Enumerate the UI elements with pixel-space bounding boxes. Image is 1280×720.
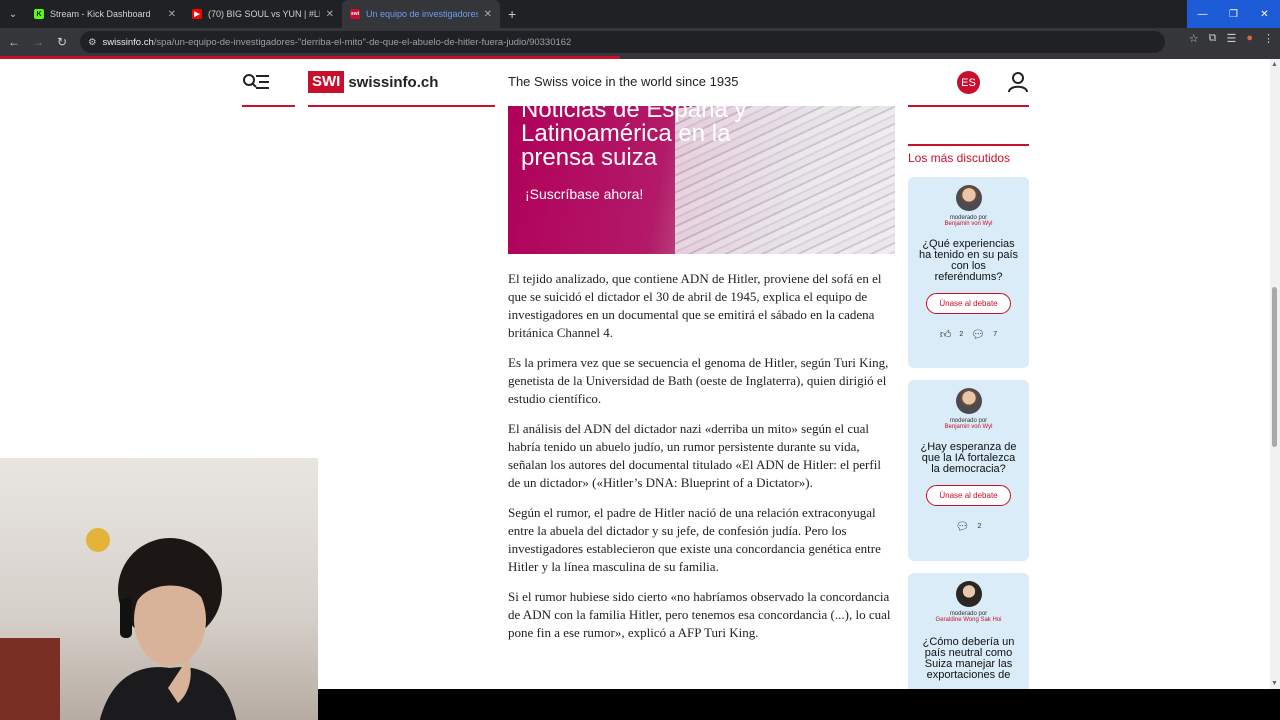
window-controls: — ❐ ✕ <box>1187 0 1280 28</box>
menu-search-icon[interactable] <box>242 72 270 97</box>
swi-icon: swi <box>350 9 360 19</box>
logo-box: SWI <box>308 71 345 93</box>
tab-search-icon[interactable]: ⌄ <box>0 0 26 28</box>
article-paragraph: Es la primera vez que se secuencia el ge… <box>508 355 889 406</box>
bookmark-star-icon[interactable]: ☆ <box>1189 32 1199 45</box>
article-paragraph: Si el rumor hubiese sido cierto «no habr… <box>508 589 891 640</box>
user-icon[interactable] <box>1007 71 1029 98</box>
article-paragraph: El análisis del ADN del dictador nazi «d… <box>508 421 881 490</box>
likes-count: 2 <box>959 331 964 338</box>
subscribe-cta[interactable]: ¡Suscríbase ahora! <box>525 186 643 202</box>
debate-question[interactable]: ¿Hay esperanza de que la IA fortalezca l… <box>916 442 1021 475</box>
join-debate-button[interactable]: Únase al debate <box>926 293 1011 314</box>
debate-card[interactable]: moderado por Benjamin von Wyl ¿Hay esper… <box>908 380 1029 561</box>
debate-card[interactable]: moderado por Geraldine Wong Sak Hoi ¿Cóm… <box>908 573 1029 689</box>
url-path: /spa/un-equipo-de-investigadores-"derrib… <box>153 36 572 48</box>
header-underline <box>908 105 1029 107</box>
subscribe-banner[interactable]: Noticias de España y Latinoamérica en la… <box>508 106 895 254</box>
moderator-name[interactable]: Benjamin von Wyl <box>908 424 1029 430</box>
header-underline <box>242 105 295 107</box>
sidebar-divider <box>908 144 1029 146</box>
site-logo[interactable]: SWI swissinfo.ch <box>308 71 438 93</box>
new-tab-icon[interactable]: + <box>508 6 516 22</box>
site-tagline: The Swiss voice in the world since 1935 <box>508 74 739 89</box>
tab-title: Un equipo de investigadores "d <box>366 9 478 19</box>
debate-question[interactable]: ¿Cómo debería un país neutral como Suiza… <box>916 637 1021 681</box>
language-button[interactable]: ES <box>957 71 980 94</box>
thumbs-up-icon[interactable]: 👍︎ <box>940 328 952 341</box>
close-icon[interactable]: ✕ <box>484 9 492 20</box>
tab-title: (70) BIG SOUL vs YUN | #LIGAII <box>208 9 320 19</box>
youtube-icon: ▶ <box>192 9 202 19</box>
debate-card[interactable]: moderado por Benjamin von Wyl ¿Qué exper… <box>908 177 1029 368</box>
moderator-name[interactable]: Geraldine Wong Sak Hoi <box>908 617 1029 623</box>
debate-question[interactable]: ¿Qué experiencias ha tenido en su país c… <box>916 239 1021 283</box>
streamer-figure <box>100 538 237 720</box>
moderator-avatar <box>955 388 982 414</box>
browser-toolbar: ← → ↻ ⚙ swissinfo.ch/spa/un-equipo-de-in… <box>0 28 1280 56</box>
browser-tab-swissinfo[interactable]: swi Un equipo de investigadores "d ✕ <box>342 0 500 28</box>
profile-avatar[interactable]: ● <box>1246 32 1253 45</box>
debate-stats: 👍︎ 2 💬︎ 7 <box>908 328 1029 341</box>
join-debate-button[interactable]: Únase al debate <box>926 485 1011 506</box>
browser-menu-icon[interactable]: ⋮ <box>1263 32 1274 45</box>
article-body: El tejido analizado, que contiene ADN de… <box>508 270 895 654</box>
close-icon[interactable]: ✕ <box>168 9 176 20</box>
kick-icon: K <box>34 9 44 19</box>
article-paragraph: El tejido analizado, que contiene ADN de… <box>508 271 882 340</box>
comments-count: 2 <box>977 523 982 530</box>
moderator-avatar <box>955 185 982 211</box>
comment-icon[interactable]: 💬︎ <box>971 328 985 341</box>
debate-stats: 💬︎ 2 <box>908 520 1029 533</box>
moderator-avatar <box>955 581 982 607</box>
logo-text: swissinfo.ch <box>348 73 439 91</box>
scroll-up-icon[interactable]: ▲ <box>1271 61 1278 68</box>
banner-headline: Noticias de España y Latinoamérica en la… <box>521 106 747 171</box>
address-bar[interactable]: ⚙ swissinfo.ch/spa/un-equipo-de-investig… <box>80 31 1165 53</box>
scrollbar-thumb[interactable] <box>1272 287 1277 447</box>
browser-tab-youtube[interactable]: ▶ (70) BIG SOUL vs YUN | #LIGAII ✕ <box>184 0 342 28</box>
article-paragraph: Según el rumor, el padre de Hitler nació… <box>508 505 881 574</box>
comment-icon[interactable]: 💬︎ <box>956 520 970 533</box>
restore-icon[interactable]: ❐ <box>1218 0 1249 28</box>
moderator-name[interactable]: Benjamin von Wyl <box>908 221 1029 227</box>
toolbar-icons: ☆ ⧉ ☰ ● ⋮ <box>1189 32 1274 45</box>
sidebar-title: Los más discutidos <box>908 151 1011 165</box>
close-icon[interactable]: ✕ <box>326 9 334 20</box>
url-host: swissinfo.ch <box>102 36 154 48</box>
site-info-icon[interactable]: ⚙ <box>88 37 97 48</box>
minimize-icon[interactable]: — <box>1187 0 1218 28</box>
browser-tab-kick[interactable]: K Stream - Kick Dashboard ✕ <box>26 0 184 28</box>
tab-title: Stream - Kick Dashboard <box>50 9 151 19</box>
extensions-icon[interactable]: ⧉ <box>1209 32 1217 45</box>
forward-icon[interactable]: → <box>26 30 50 54</box>
webcam-background-shelf <box>0 638 60 720</box>
page-scrollbar[interactable]: ▲ ▼ <box>1270 59 1280 689</box>
comments-count: 7 <box>993 331 998 338</box>
browser-tab-bar: ⌄ K Stream - Kick Dashboard ✕ ▶ (70) BIG… <box>0 0 1280 28</box>
reload-icon[interactable]: ↻ <box>50 30 74 54</box>
close-window-icon[interactable]: ✕ <box>1249 0 1280 28</box>
header-underline <box>308 105 495 107</box>
taskbar-strip <box>318 689 1280 720</box>
scroll-down-icon[interactable]: ▼ <box>1271 680 1278 687</box>
reading-list-icon[interactable]: ☰ <box>1226 32 1236 45</box>
back-icon[interactable]: ← <box>2 30 26 54</box>
webcam-overlay <box>0 458 318 720</box>
